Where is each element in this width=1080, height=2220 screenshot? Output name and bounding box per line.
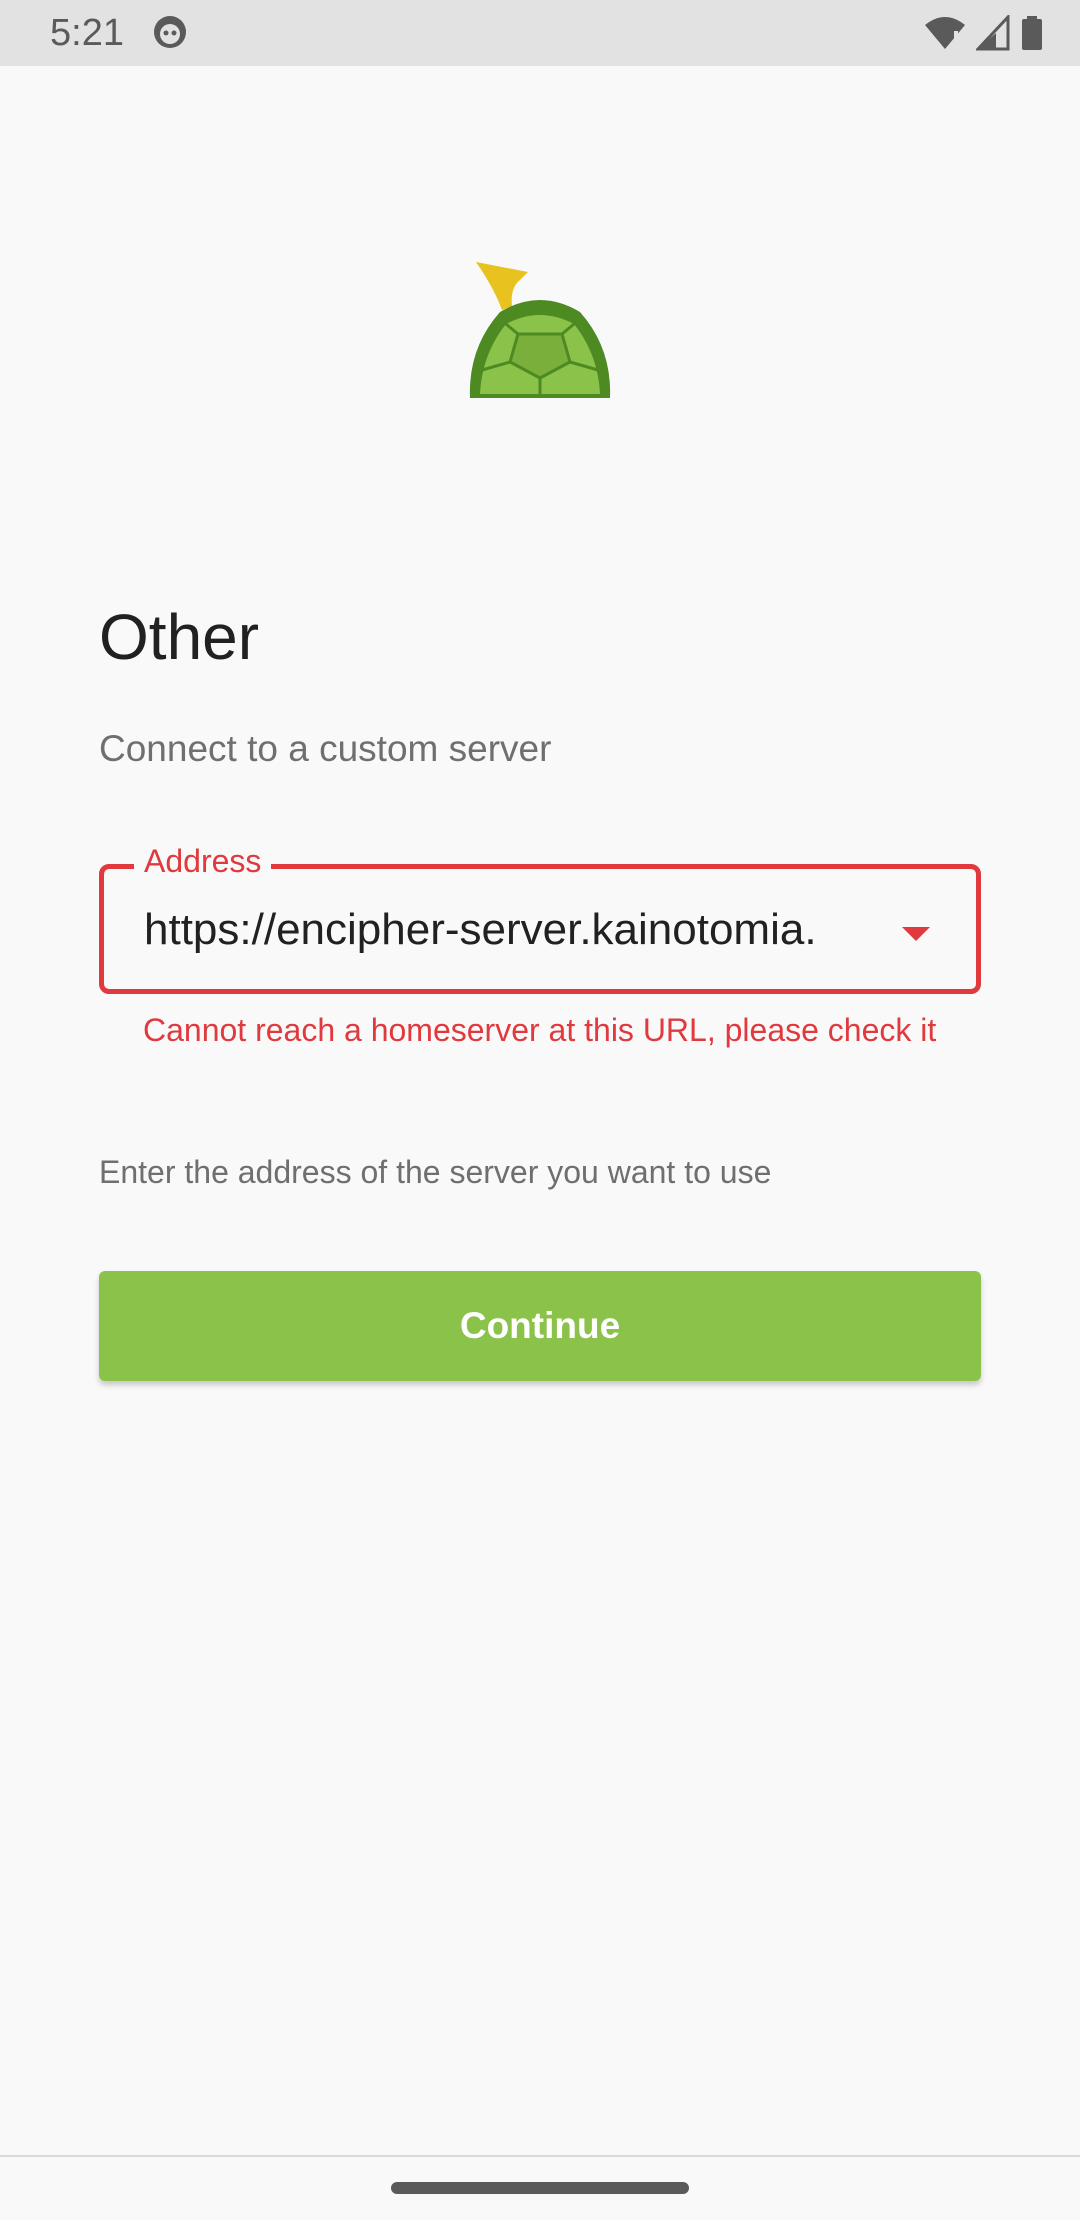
address-error-message: Cannot reach a homeserver at this URL, p…	[143, 1012, 937, 1048]
gesture-nav-handle[interactable]	[391, 2182, 689, 2194]
server-selection-screen: 5:21 Other Connect to a custom server Ad…	[0, 0, 1080, 2220]
address-hint: Enter the address of the server you want…	[99, 1154, 772, 1190]
status-icons	[924, 14, 1044, 52]
page-title: Other	[99, 601, 260, 673]
status-time: 5:21	[50, 12, 124, 54]
signal-icon	[976, 15, 1010, 51]
app-logo-turtle-icon	[469, 262, 611, 398]
nav-bar-divider	[0, 2155, 1080, 2157]
continue-button[interactable]: Continue	[99, 1271, 981, 1381]
page-subtitle: Connect to a custom server	[99, 728, 552, 769]
wifi-icon	[925, 17, 965, 49]
address-field-label: Address	[134, 843, 272, 880]
status-bar: 5:21	[0, 0, 1080, 66]
address-input[interactable]: https://encipher-server.kainotomia.	[144, 905, 864, 955]
dropdown-arrow-icon[interactable]	[896, 913, 936, 953]
app-notification-icon	[154, 16, 186, 48]
address-field[interactable]: Address https://encipher-server.kainotom…	[99, 843, 981, 994]
battery-icon	[1022, 16, 1042, 50]
